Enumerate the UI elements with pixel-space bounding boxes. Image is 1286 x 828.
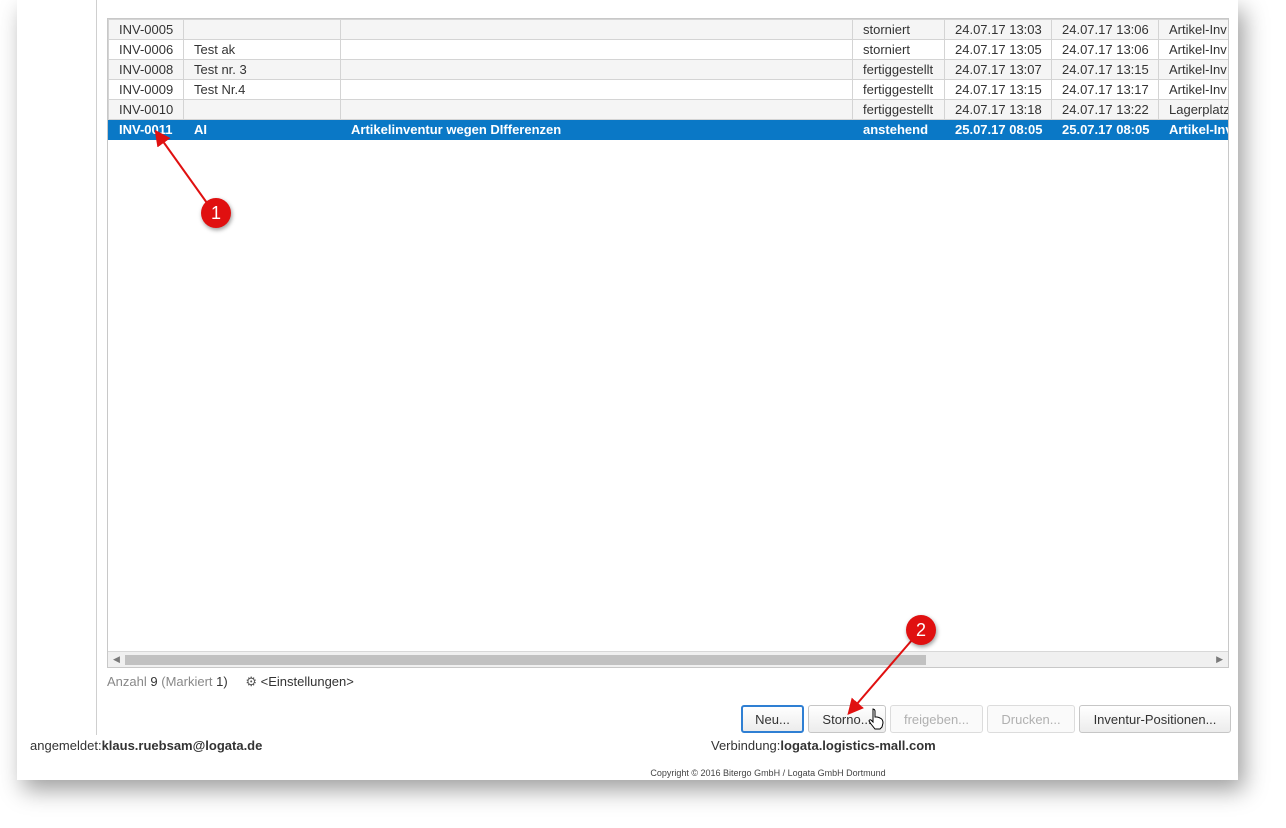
annotation-arrow-1 <box>154 129 208 204</box>
annotation-marker-1: 1 <box>201 198 231 228</box>
annotation-marker-2: 2 <box>906 615 936 645</box>
annotation-arrow-2 <box>847 639 913 716</box>
annotation-arrows <box>154 129 913 716</box>
hand-cursor-icon <box>868 708 884 730</box>
